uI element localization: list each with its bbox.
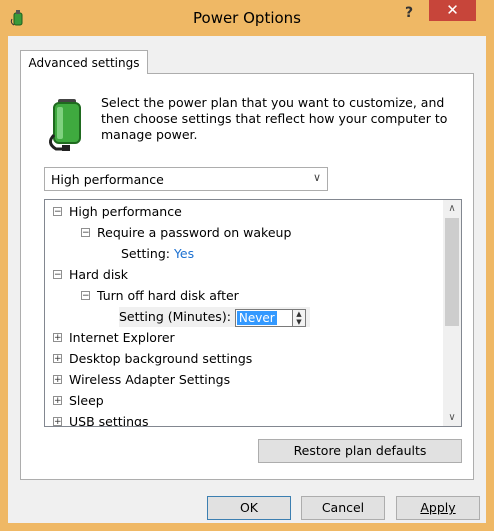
collapse-icon[interactable]: − <box>81 228 90 238</box>
ok-button[interactable]: OK <box>207 496 291 520</box>
restore-plan-defaults-button[interactable]: Restore plan defaults <box>258 439 462 463</box>
expand-icon[interactable]: + <box>53 417 62 426</box>
tree-item-require-password[interactable]: − Require a password on wakeup <box>81 223 291 243</box>
tree-item-label: High performance <box>69 204 182 219</box>
setting-label: Setting: <box>121 246 170 261</box>
setting-value-link[interactable]: Yes <box>174 246 194 261</box>
tree-item-usb-settings[interactable]: + USB settings <box>53 412 148 426</box>
tree-item-label: Turn off hard disk after <box>97 288 239 303</box>
tree-item-label: Require a password on wakeup <box>97 225 292 240</box>
tree-item-sleep[interactable]: + Sleep <box>53 391 104 411</box>
close-button[interactable]: ✕ <box>429 0 476 21</box>
description-text: Select the power plan that you want to c… <box>101 95 448 142</box>
collapse-icon[interactable]: − <box>53 207 62 217</box>
tree-item-label: Sleep <box>69 393 104 408</box>
help-button[interactable]: ? <box>398 3 420 23</box>
power-options-window: Power Options ? ✕ Advanced settings Sele… <box>0 0 494 531</box>
cancel-button[interactable]: Cancel <box>301 496 385 520</box>
tree-item-label: USB settings <box>69 414 149 426</box>
plan-dropdown-value: High performance <box>51 172 164 187</box>
tree-item-label: Wireless Adapter Settings <box>69 372 231 387</box>
expand-icon[interactable]: + <box>53 375 62 385</box>
tree-item-setting-password: Setting: Yes <box>121 244 194 264</box>
scroll-thumb[interactable] <box>445 218 459 326</box>
tree-item-label: Internet Explorer <box>69 330 175 345</box>
tab-advanced-settings[interactable]: Advanced settings <box>20 50 148 74</box>
title-bar[interactable]: Power Options ? ✕ <box>0 0 494 36</box>
settings-tree[interactable]: − High performance − Require a password on… <box>44 199 462 427</box>
restore-button-label: Restore plan defaults <box>293 443 427 458</box>
spin-up-icon[interactable]: ▲ <box>293 310 305 318</box>
scroll-up-icon[interactable]: ∧ <box>443 200 461 217</box>
spin-down-icon[interactable]: ▼ <box>293 318 305 326</box>
ok-button-label: OK <box>239 500 259 515</box>
tree-item-turn-off-hard-disk[interactable]: − Turn off hard disk after <box>81 286 239 306</box>
tree-item-setting-minutes: Setting (Minutes): Never ▲ ▼ <box>119 307 310 327</box>
expand-icon[interactable]: + <box>53 354 62 364</box>
tree-item-high-performance[interactable]: − High performance <box>53 202 182 222</box>
plan-dropdown[interactable]: High performance ∨ <box>44 167 328 191</box>
battery-icon <box>49 99 81 151</box>
apply-button[interactable]: Apply <box>396 496 480 520</box>
scroll-down-icon[interactable]: ∨ <box>443 409 461 426</box>
tree-content: − High performance − Require a password on… <box>45 200 443 426</box>
tree-item-wireless-adapter[interactable]: + Wireless Adapter Settings <box>53 370 230 390</box>
minutes-input[interactable]: Never <box>234 308 293 327</box>
tab-label: Advanced settings <box>28 56 140 70</box>
setting-label: Setting (Minutes): <box>119 309 231 324</box>
tree-item-desktop-background[interactable]: + Desktop background settings <box>53 349 252 369</box>
vertical-scrollbar[interactable]: ∧ ∨ <box>443 200 461 426</box>
tree-item-label: Hard disk <box>69 267 129 282</box>
tree-item-internet-explorer[interactable]: + Internet Explorer <box>53 328 175 348</box>
apply-button-label: Apply <box>420 500 456 515</box>
collapse-icon[interactable]: − <box>81 291 90 301</box>
tree-item-hard-disk[interactable]: − Hard disk <box>53 265 128 285</box>
minutes-input-value: Never <box>236 310 277 325</box>
tree-item-label: Desktop background settings <box>69 351 253 366</box>
collapse-icon[interactable]: − <box>53 270 62 280</box>
expand-icon[interactable]: + <box>53 396 62 406</box>
chevron-down-icon[interactable]: ∨ <box>313 171 321 184</box>
cancel-button-label: Cancel <box>321 500 365 515</box>
expand-icon[interactable]: + <box>53 333 62 343</box>
minutes-stepper[interactable]: ▲ ▼ <box>291 308 306 327</box>
